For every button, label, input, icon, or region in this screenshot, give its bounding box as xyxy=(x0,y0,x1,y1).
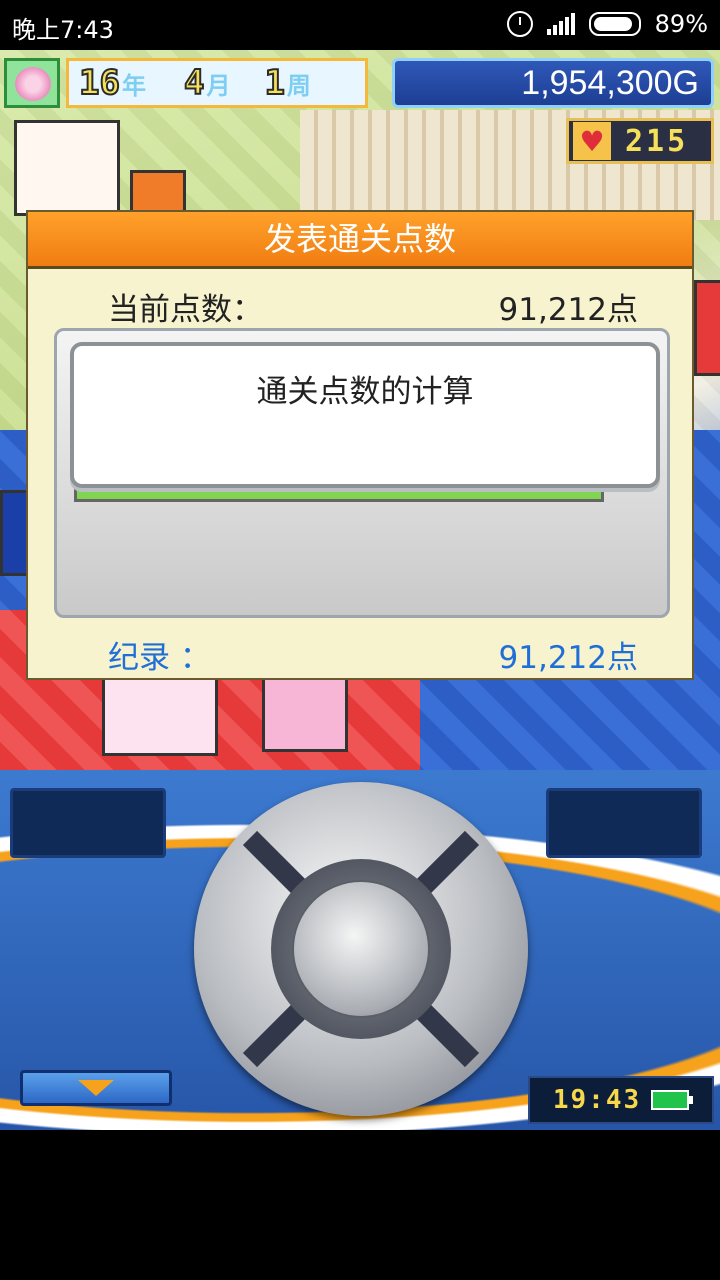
right-booth xyxy=(694,280,720,376)
current-score-value: 91,212点 xyxy=(498,292,638,328)
dialog-title: 发表通关点数 xyxy=(28,212,692,269)
cherry-blossom-icon xyxy=(15,67,51,101)
month-unit: 月 xyxy=(206,72,231,100)
dpad[interactable] xyxy=(194,782,528,1116)
week-unit: 周 xyxy=(286,72,311,100)
current-score-label: 当前点数： xyxy=(108,292,263,328)
money-display[interactable]: 1,954,300G xyxy=(392,58,714,108)
battery-percent: 89% xyxy=(654,10,708,38)
clock-time: 19:43 xyxy=(552,1085,642,1115)
record-score-label: 纪录 ： xyxy=(108,640,211,676)
hearts-display[interactable]: ♥ 215 xyxy=(566,118,714,164)
month-number: 4 xyxy=(183,62,206,104)
status-bar: 晚上7:43 89% xyxy=(0,0,720,50)
battery-icon xyxy=(588,12,641,36)
crane-game xyxy=(262,676,348,752)
signal-icon xyxy=(546,13,575,35)
top-hud: 16 年 4 月 1 周 1,954,300G xyxy=(0,56,720,112)
year-display: 16 年 xyxy=(78,62,146,104)
clear-score-dialog[interactable]: 发表通关点数 当前点数： 91,212点 通关点数的计算 纪录 ： 91,212… xyxy=(26,210,694,680)
heart-icon: ♥ xyxy=(573,122,611,160)
season-indicator[interactable] xyxy=(4,58,60,108)
status-time: 晚上7:43 xyxy=(12,16,114,44)
battery-full-icon xyxy=(651,1090,694,1110)
claw-machine xyxy=(14,120,120,216)
virtual-controller: 19:43 xyxy=(0,770,720,1130)
message-text: 通关点数的计算 xyxy=(256,374,474,410)
device-clock: 19:43 xyxy=(528,1076,714,1124)
dpad-center-button[interactable] xyxy=(292,880,430,1018)
hearts-count: 215 xyxy=(625,123,689,159)
record-score-value: 91,212点 xyxy=(498,640,638,676)
alarm-icon xyxy=(506,11,533,37)
left-shoulder-button[interactable] xyxy=(10,788,166,858)
prize-booth xyxy=(102,670,218,756)
calendar-display: 16 年 4 月 1 周 xyxy=(66,58,368,108)
bottom-blank-area xyxy=(0,1130,720,1280)
message-box[interactable]: 通关点数的计算 xyxy=(70,342,660,488)
status-icons: 89% xyxy=(506,10,708,38)
menu-toggle-button[interactable] xyxy=(20,1070,172,1106)
year-unit: 年 xyxy=(121,72,146,100)
current-score-row: 当前点数： 91,212点 xyxy=(108,284,638,329)
right-shoulder-button[interactable] xyxy=(546,788,702,858)
arrow-down-icon xyxy=(78,1080,114,1096)
week-number: 1 xyxy=(263,62,286,104)
week-display: 1 周 xyxy=(263,62,311,104)
record-score-row: 纪录 ： 91,212点 xyxy=(108,632,638,677)
year-number: 16 xyxy=(78,62,121,104)
month-display: 4 月 xyxy=(183,62,231,104)
